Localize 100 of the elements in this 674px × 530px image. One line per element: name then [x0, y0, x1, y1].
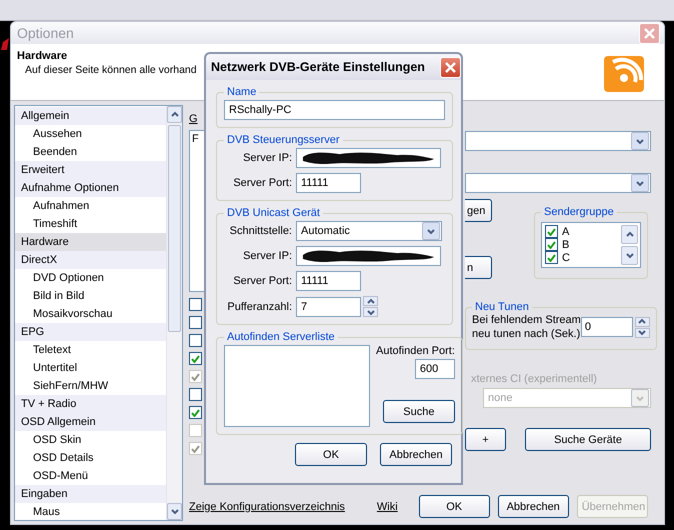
tree-item[interactable]: TV + Radio	[15, 395, 166, 413]
button[interactable]: Suche Geräte	[525, 428, 651, 451]
number-field[interactable]: 0	[580, 317, 633, 337]
field-label: Server Port:	[232, 177, 292, 189]
checkbox-label: A	[562, 226, 570, 238]
dropdown[interactable]	[465, 131, 651, 151]
dialog-title: Netzwerk DVB-Geräte Einstellungen	[211, 60, 426, 74]
button[interactable]: +	[465, 428, 506, 451]
number-field[interactable]: 7	[296, 296, 361, 316]
text-field[interactable]	[296, 246, 441, 266]
tree-item[interactable]: Mosaikvorschau	[15, 305, 166, 323]
field-label: Bei fehlendem Stream	[472, 313, 581, 327]
tree-item[interactable]: Maus	[15, 503, 166, 521]
field-label: neu tunen nach (Sek.)	[472, 327, 581, 341]
link[interactable]: Zeige Konfigurationsverzeichnis	[189, 500, 345, 512]
scroll-up-button[interactable]	[621, 225, 638, 244]
checkbox-label: C	[562, 252, 570, 264]
tree-item[interactable]: Erweitert	[15, 161, 166, 179]
checkbox[interactable]	[189, 316, 202, 329]
chevron-up-icon	[624, 231, 634, 238]
tree-item[interactable]: Allgemein	[15, 107, 166, 125]
tree-item[interactable]: Hardware	[15, 233, 166, 251]
checkmark-icon	[191, 444, 200, 452]
tree-item[interactable]: SiehFern/MHW	[15, 377, 166, 395]
tree-item[interactable]: OSD-Menü	[15, 467, 166, 485]
section-label: G	[189, 113, 199, 127]
checkmark-icon	[191, 408, 200, 416]
checkbox[interactable]	[545, 225, 558, 238]
checkmark-icon	[191, 354, 200, 362]
text-field[interactable]	[296, 148, 441, 168]
field-label: Pufferanzahl:	[226, 300, 292, 312]
rss-icon	[604, 56, 644, 92]
button[interactable]: n	[465, 256, 492, 279]
group-title: Autofinden Serverliste	[226, 331, 336, 343]
tree-item[interactable]: Aussehen	[15, 125, 166, 143]
button[interactable]: Abbrechen	[498, 495, 569, 518]
checkbox[interactable]	[189, 388, 202, 401]
group-title: Name	[226, 86, 258, 98]
checkbox[interactable]	[189, 334, 202, 347]
group-title: DVB Unicast Gerät	[226, 207, 321, 219]
field-label: Server IP:	[242, 152, 292, 164]
field-label: Schnittstelle:	[228, 225, 292, 237]
text-field[interactable]: 11111	[296, 271, 361, 291]
checkbox[interactable]	[545, 251, 558, 264]
tree-item[interactable]: Aufnahmen	[15, 197, 166, 215]
button[interactable]: Abbrechen	[380, 443, 452, 466]
text-field[interactable]: RSchally-PC	[224, 100, 445, 120]
spin-up-button[interactable]	[634, 316, 650, 326]
tree-item[interactable]: Untertitel	[15, 359, 166, 377]
dropdown[interactable]	[465, 173, 651, 193]
tree-item[interactable]: Eingaben	[15, 485, 166, 503]
checkbox[interactable]	[189, 298, 202, 311]
checkbox[interactable]	[189, 352, 202, 365]
page-description: Auf dieser Seite können alle vorhand	[25, 64, 197, 76]
scroll-down-button[interactable]	[621, 246, 638, 265]
window-title: Optionen	[17, 25, 75, 42]
tree-item[interactable]: Timeshift	[15, 215, 166, 233]
field-label: xternes CI (experimentell)	[471, 373, 598, 385]
chevron-up-icon	[637, 318, 648, 325]
chevron-down-icon	[635, 138, 645, 144]
tree-item[interactable]: Teletext	[15, 341, 166, 359]
spin-down-button[interactable]	[634, 328, 650, 338]
spin-up-button[interactable]	[363, 296, 378, 306]
scrollbar[interactable]	[166, 106, 182, 520]
group-title: Sendergruppe	[543, 206, 615, 218]
spin-down-button[interactable]	[363, 307, 378, 317]
tree-item[interactable]: Aufnahme Optionen	[15, 179, 166, 197]
tree-item[interactable]: Beenden	[15, 143, 166, 161]
chevron-down-icon	[426, 228, 436, 234]
button[interactable]: gen	[465, 199, 492, 222]
dropdown[interactable]: Automatic	[296, 221, 442, 241]
button[interactable]: OK	[295, 443, 367, 466]
search-button[interactable]: Suche	[382, 400, 455, 423]
group-title: DVB Steuerungsserver	[226, 134, 340, 146]
chevron-down-icon	[635, 394, 645, 402]
tree-item[interactable]: DirectX	[15, 251, 166, 269]
tree-item[interactable]: OSD Allgemein	[15, 413, 166, 431]
tree-item[interactable]: Bild in Bild	[15, 287, 166, 305]
link[interactable]: Wiki	[376, 500, 398, 512]
tree-item[interactable]: OSD Details	[15, 449, 166, 467]
close-icon	[443, 60, 458, 74]
chevron-up-icon	[366, 298, 376, 304]
field-label: Autofinden Port:	[376, 345, 455, 357]
button[interactable]: OK	[418, 495, 490, 518]
text-field[interactable]: 600	[414, 359, 455, 379]
list-item: F	[192, 133, 199, 145]
close-icon	[642, 26, 657, 41]
tree-item[interactable]: DVD Optionen	[15, 269, 166, 287]
server-list[interactable]	[224, 345, 370, 427]
checkbox-label: B	[562, 238, 570, 250]
checkbox[interactable]	[545, 238, 558, 251]
checkbox[interactable]	[189, 406, 202, 419]
checkmark-icon	[191, 372, 200, 380]
page-title: Hardware	[17, 50, 68, 62]
field-label: Server Port:	[232, 275, 292, 287]
chevron-down-icon	[170, 508, 180, 515]
text-field[interactable]: 11111	[296, 173, 361, 193]
tree-item[interactable]: OSD Skin	[15, 431, 166, 449]
tree-item[interactable]: EPG	[15, 323, 166, 341]
close-button[interactable]	[440, 56, 461, 78]
